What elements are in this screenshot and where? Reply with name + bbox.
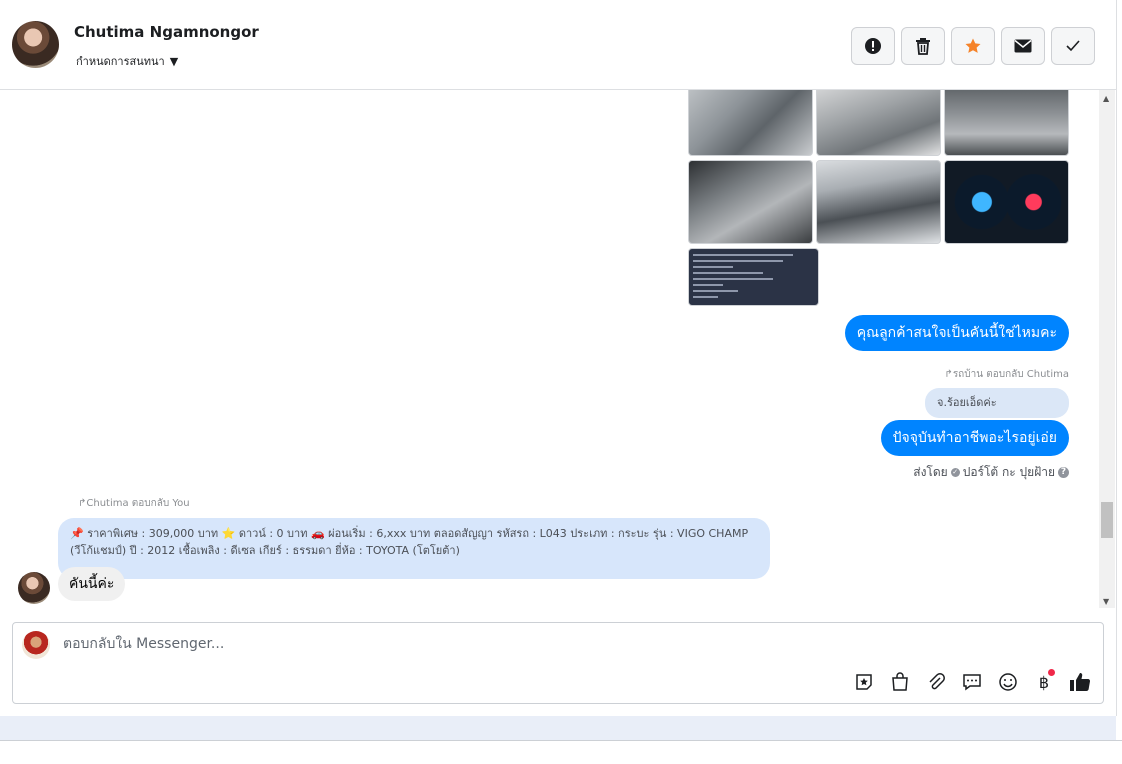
conversation-settings-dropdown[interactable]: กำหนดการสนทนา ▼ [76,52,178,70]
star-button[interactable] [951,27,995,65]
doc-text-line [693,278,773,280]
car-photo-thumbnail[interactable] [688,160,813,244]
doc-text-line [693,284,723,286]
delete-button[interactable] [901,27,945,65]
verified-check-icon: ✓ [950,468,960,477]
message-scrollbar[interactable]: ▲ ▼ [1099,90,1115,608]
page-avatar [22,631,50,659]
outgoing-message[interactable]: คุณลูกค้าสนใจเป็นคันนี้ใช่ไหมคะ [844,315,1069,351]
header-actions [851,27,1095,65]
car-document-thumbnail[interactable] [688,248,819,306]
shop-bag-icon [892,672,908,691]
doc-text-line [693,260,783,262]
notification-dot [1048,669,1055,676]
sent-by-prefix: ส่งโดย [913,465,948,479]
doc-text-line [693,290,738,292]
car-photo-thumbnail[interactable] [816,160,941,244]
doc-text-line [693,272,763,274]
scrollbar-thumb[interactable] [1101,502,1113,538]
conversation-settings-label: กำหนดการสนทนา [76,55,165,68]
reply-indicator: ↱Chutima ตอบกลับ You [78,498,190,509]
quoted-message[interactable]: จ.ร้อยเอ็ดค่ะ [925,388,1069,418]
doc-text-line [693,296,718,298]
scroll-down-arrow-icon[interactable]: ▼ [1103,597,1109,606]
quoted-message-line: (วีโก้แชมป์) ปี : 2012 เชื้อเพลิง : ดีเซ… [70,544,460,557]
report-button[interactable] [851,27,895,65]
message-composer: ฿ [12,622,1104,704]
composer-toolbar: ฿ [851,669,1093,695]
mark-done-button[interactable] [1051,27,1095,65]
car-photo-thumbnail[interactable] [816,90,941,156]
sticker-icon [856,674,872,690]
doc-text-line [693,266,733,268]
attach-button[interactable] [923,669,949,695]
saved-reply-icon [963,674,981,691]
trash-icon [916,38,930,55]
emoji-button[interactable] [995,669,1021,695]
contact-name[interactable]: Chutima Ngamnongor [74,23,259,41]
payment-button[interactable]: ฿ [1031,669,1057,695]
alert-icon [865,38,881,54]
sticker-button[interactable] [851,669,877,695]
shop-button[interactable] [887,669,913,695]
doc-text-line [693,254,793,256]
baht-icon: ฿ [1038,672,1050,692]
message-list: คุณลูกค้าสนใจเป็นคันนี้ใช่ไหมคะ ↱รถบ้าน … [0,90,1099,608]
reply-indicator-text: Chutima ตอบกลับ You [86,498,190,509]
attachment-icon [929,673,945,690]
conversation-header: Chutima Ngamnongor กำหนดการสนทนา ▼ [0,0,1116,90]
check-icon [1066,40,1080,52]
divider [0,740,1122,741]
star-icon [965,38,981,53]
saved-replies-button[interactable] [959,669,985,695]
incoming-message[interactable]: คันนี้ค่ะ [58,567,126,601]
caret-down-icon: ▼ [169,54,179,68]
emoji-icon [999,673,1017,691]
car-photo-thumbnail[interactable] [688,90,813,156]
reply-input[interactable] [61,635,765,653]
sent-by-info: ส่งโดย ✓ ปอร์โต้ กะ ปุยฝ้าย ? [913,463,1069,482]
scroll-up-arrow-icon[interactable]: ▲ [1103,94,1109,103]
car-photo-thumbnail[interactable] [944,160,1069,244]
quoted-message[interactable]: 📌 ราคาพิเศษ : 309,000 บาท ⭐ ดาวน์ : 0 บา… [58,518,770,579]
reply-indicator: ↱รถบ้าน ตอบกลับ Chutima [944,369,1069,380]
contact-avatar[interactable] [18,572,50,604]
like-icon [1070,673,1091,692]
contact-avatar[interactable] [12,21,59,68]
outgoing-message[interactable]: ปัจจุบันทำอาชีพอะไรอยู่เอ่ย [880,420,1069,456]
like-button[interactable] [1067,669,1093,695]
help-icon[interactable]: ? [1058,467,1069,478]
page-footer-area [0,716,1116,741]
reply-indicator-text: รถบ้าน ตอบกลับ Chutima [952,369,1069,380]
mail-icon [1014,39,1032,53]
quoted-message-line: 📌 ราคาพิเศษ : 309,000 บาท ⭐ ดาวน์ : 0 บา… [70,527,749,540]
car-photo-thumbnail[interactable] [944,90,1069,156]
sent-by-name: ปอร์โต้ กะ ปุยฝ้าย [962,465,1055,479]
mark-unread-button[interactable] [1001,27,1045,65]
